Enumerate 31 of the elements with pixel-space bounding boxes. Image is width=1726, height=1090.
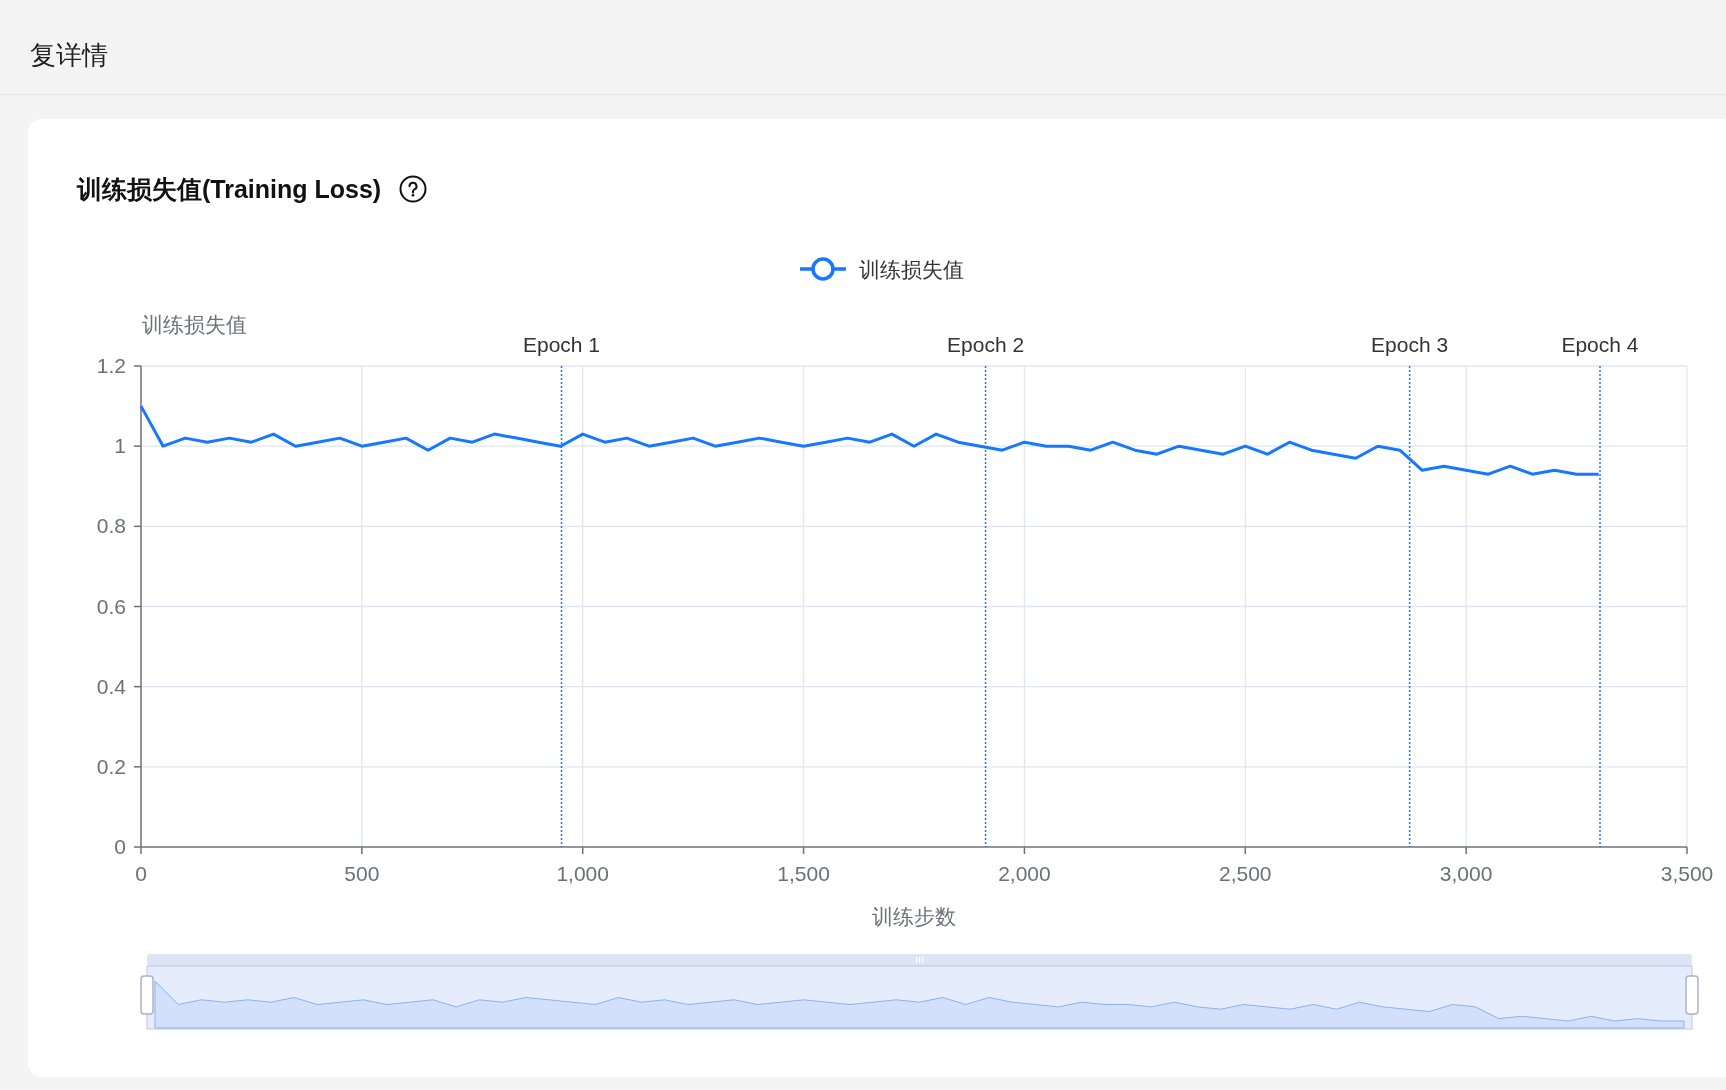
drag-handle-icon[interactable] <box>915 957 924 963</box>
slider-handle[interactable] <box>1685 975 1699 1015</box>
axis-tick-label: 1.2 <box>96 354 126 377</box>
axis-tick-label: 3,000 <box>1439 862 1493 885</box>
axis-tick-label: 2,500 <box>1219 862 1272 885</box>
axis-tick-label: 500 <box>344 862 380 885</box>
epoch-label: Epoch 4 <box>1561 333 1639 356</box>
epoch-label: Epoch 3 <box>1371 333 1449 356</box>
axis-tick-label: 2,000 <box>998 862 1051 885</box>
epoch-label: Epoch 2 <box>947 333 1025 356</box>
page-title: 复详情 <box>30 39 108 72</box>
epoch-label: Epoch 1 <box>523 333 601 356</box>
slider-handle[interactable] <box>140 975 154 1015</box>
axis-tick-label: 3,500 <box>1660 862 1714 885</box>
axis-tick-label: 0 <box>135 862 147 885</box>
axis-tick-label: 0 <box>114 835 126 858</box>
card-title: 训练损失值(Training Loss) <box>77 173 382 205</box>
zoom-drag-bar[interactable] <box>147 954 1692 966</box>
legend-item[interactable]: 训练损失值 <box>800 257 964 281</box>
axis-tick-label: 0.2 <box>96 754 126 778</box>
legend-line-icon <box>800 257 846 281</box>
axis-tick-label: 1,000 <box>556 862 609 885</box>
help-icon[interactable] <box>399 175 428 203</box>
axis-tick-label: 1,500 <box>777 862 830 885</box>
axis-tick-label: 0.8 <box>96 514 126 538</box>
axis-tick-label: 0.4 <box>96 674 126 698</box>
x-axis-title: 训练步数 <box>872 905 956 928</box>
y-axis-title: 训练损失值 <box>142 313 247 336</box>
axis-tick-label: 0.6 <box>96 594 126 618</box>
axis-tick-label: 1 <box>114 434 126 458</box>
legend-label: 训练损失值 <box>859 258 964 281</box>
